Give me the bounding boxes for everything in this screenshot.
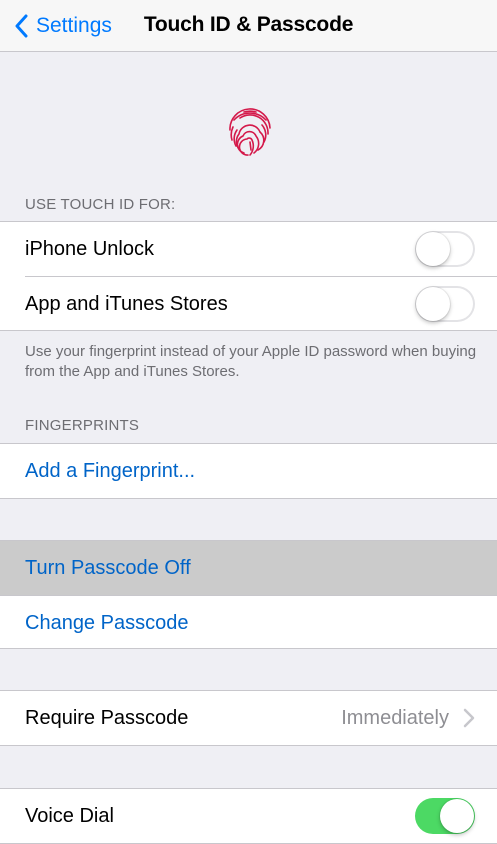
- touch-id-group: iPhone Unlock App and iTunes Stores: [0, 221, 497, 331]
- require-passcode-value: Immediately: [341, 706, 449, 729]
- require-passcode-label: Require Passcode: [25, 706, 189, 729]
- require-passcode-group: Require Passcode Immediately: [0, 690, 497, 746]
- fingerprint-icon: [229, 108, 271, 156]
- voice-dial-label: Voice Dial: [25, 804, 114, 827]
- change-passcode-label: Change Passcode: [25, 611, 189, 634]
- touch-id-section-header: USE TOUCH ID FOR:: [25, 196, 176, 213]
- voice-dial-row: Voice Dial: [0, 789, 497, 843]
- passcode-group: Turn Passcode Off Change Passcode: [0, 540, 497, 649]
- change-passcode-button[interactable]: Change Passcode: [0, 596, 497, 650]
- chevron-right-icon: [463, 708, 475, 728]
- turn-passcode-off-button[interactable]: Turn Passcode Off: [0, 541, 497, 595]
- app-itunes-stores-row: App and iTunes Stores: [0, 277, 497, 331]
- navigation-bar: Settings Touch ID & Passcode: [0, 0, 497, 52]
- add-fingerprint-label: Add a Fingerprint...: [25, 459, 196, 482]
- app-itunes-stores-label: App and iTunes Stores: [25, 292, 228, 315]
- toggle-knob: [416, 232, 450, 266]
- iphone-unlock-row: iPhone Unlock: [0, 222, 497, 276]
- voice-dial-toggle[interactable]: [415, 798, 475, 834]
- touch-id-footer: Use your fingerprint instead of your App…: [25, 343, 477, 380]
- turn-passcode-off-label: Turn Passcode Off: [25, 556, 191, 579]
- require-passcode-row[interactable]: Require Passcode Immediately: [0, 691, 497, 745]
- voice-dial-group: Voice Dial: [0, 788, 497, 844]
- add-fingerprint-button[interactable]: Add a Fingerprint...: [0, 444, 497, 498]
- page-title: Touch ID & Passcode: [143, 13, 354, 36]
- fingerprints-group: Add a Fingerprint...: [0, 443, 497, 499]
- fingerprints-section-header: FINGERPRINTS: [25, 417, 140, 434]
- iphone-unlock-toggle[interactable]: [415, 231, 475, 267]
- app-itunes-stores-toggle[interactable]: [415, 286, 475, 322]
- iphone-unlock-label: iPhone Unlock: [25, 237, 154, 260]
- toggle-knob: [416, 287, 450, 321]
- toggle-knob: [440, 799, 474, 833]
